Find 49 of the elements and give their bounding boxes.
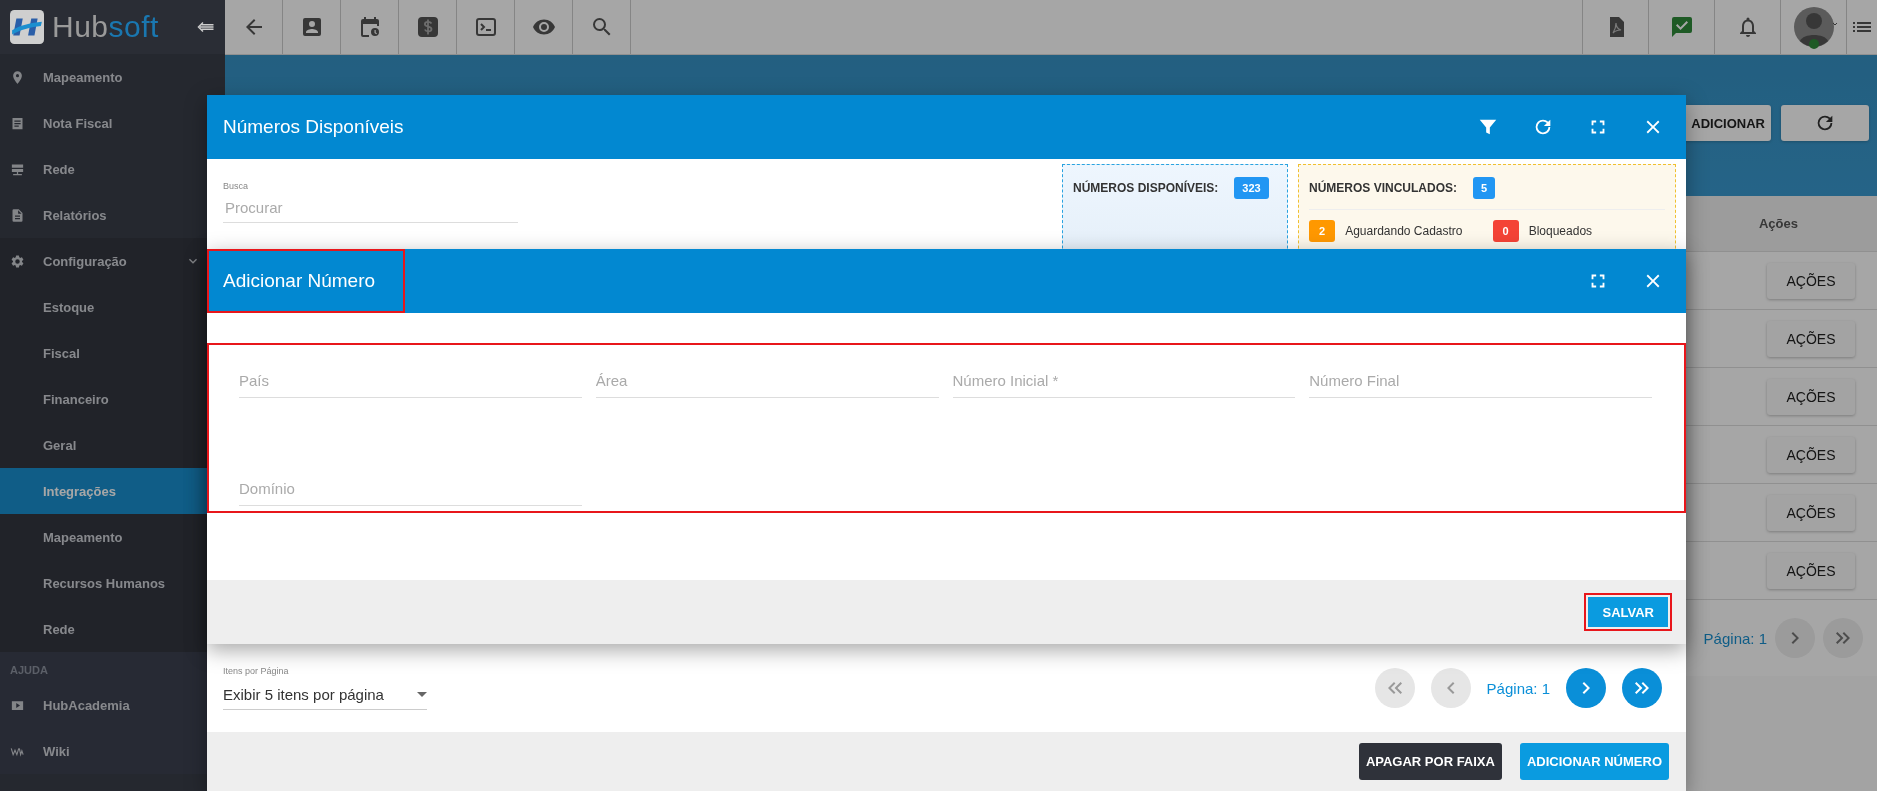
actions-button[interactable]: AÇÕES [1767,552,1855,589]
logo-icon [10,10,44,44]
stat-label: NÚMEROS DISPONÍVEIS: [1073,181,1219,195]
sidebar-item[interactable]: Nota Fiscal [0,100,225,146]
map-pin-icon [10,69,25,85]
page-indicator: Página: 1 [1486,679,1550,697]
double-left-icon [1387,682,1402,694]
save-button[interactable]: SALVAR [1588,597,1668,627]
double-right-icon [1635,682,1649,694]
sidebar-item[interactable]: Mapeamento [0,54,225,100]
dialog-title: Números Disponíveis [223,116,404,138]
count-badge: 323 [1234,177,1269,199]
sidebar-item[interactable]: Relatórios [0,192,225,238]
report-icon [10,207,25,223]
sidebar-item[interactable]: Wiki [0,728,225,774]
refresh-button[interactable] [1781,105,1869,141]
actions-button[interactable]: AÇÕES [1767,378,1855,415]
sidebar-item[interactable]: HubAcademia [0,682,225,728]
actions-button[interactable]: AÇÕES [1767,436,1855,473]
double-right-icon [1836,632,1850,644]
chevron-right-icon [1582,682,1590,694]
last-page-button[interactable] [1823,618,1863,658]
double-right-button[interactable] [1622,668,1662,708]
dialog-title: Adicionar Número [223,270,376,292]
document-list-icon [10,115,25,131]
actions-button[interactable]: AÇÕES [1767,320,1855,357]
chevron-right-button[interactable] [1566,668,1606,708]
logo-text: Hubsoft [52,10,160,44]
status-label: Aguardando Cadastro [1345,224,1463,238]
actions-button[interactable]: AÇÕES [1767,494,1855,531]
count-badge: 2 [1309,220,1336,242]
actions-button[interactable]: AÇÕES [1767,262,1855,299]
delete-range-button[interactable]: APAGAR POR FAIXA [1358,743,1502,780]
field-label: Busca [223,181,249,191]
settings-icon [10,253,25,269]
field-label: Itens por Página [223,666,290,676]
count-badge: 5 [1473,177,1496,199]
dropdown-caret-icon [417,692,427,697]
page-indicator: Página: 1 [1703,629,1767,647]
collapse-arrow-icon[interactable] [197,21,215,33]
chevron-left-icon [1446,682,1455,694]
add-number-button[interactable]: ADICIONAR NÚMERO [1519,743,1669,780]
chevron-right-icon [1791,632,1799,644]
status-label: Bloqueados [1528,224,1593,238]
column-header: Ações [1758,216,1799,231]
stat-label: NÚMEROS VINCULADOS: [1309,181,1457,195]
sidebar-item[interactable]: Rede [0,146,225,192]
page-size-select[interactable]: Exibir 5 itens por página [223,680,427,710]
count-badge: 0 [1492,220,1519,242]
